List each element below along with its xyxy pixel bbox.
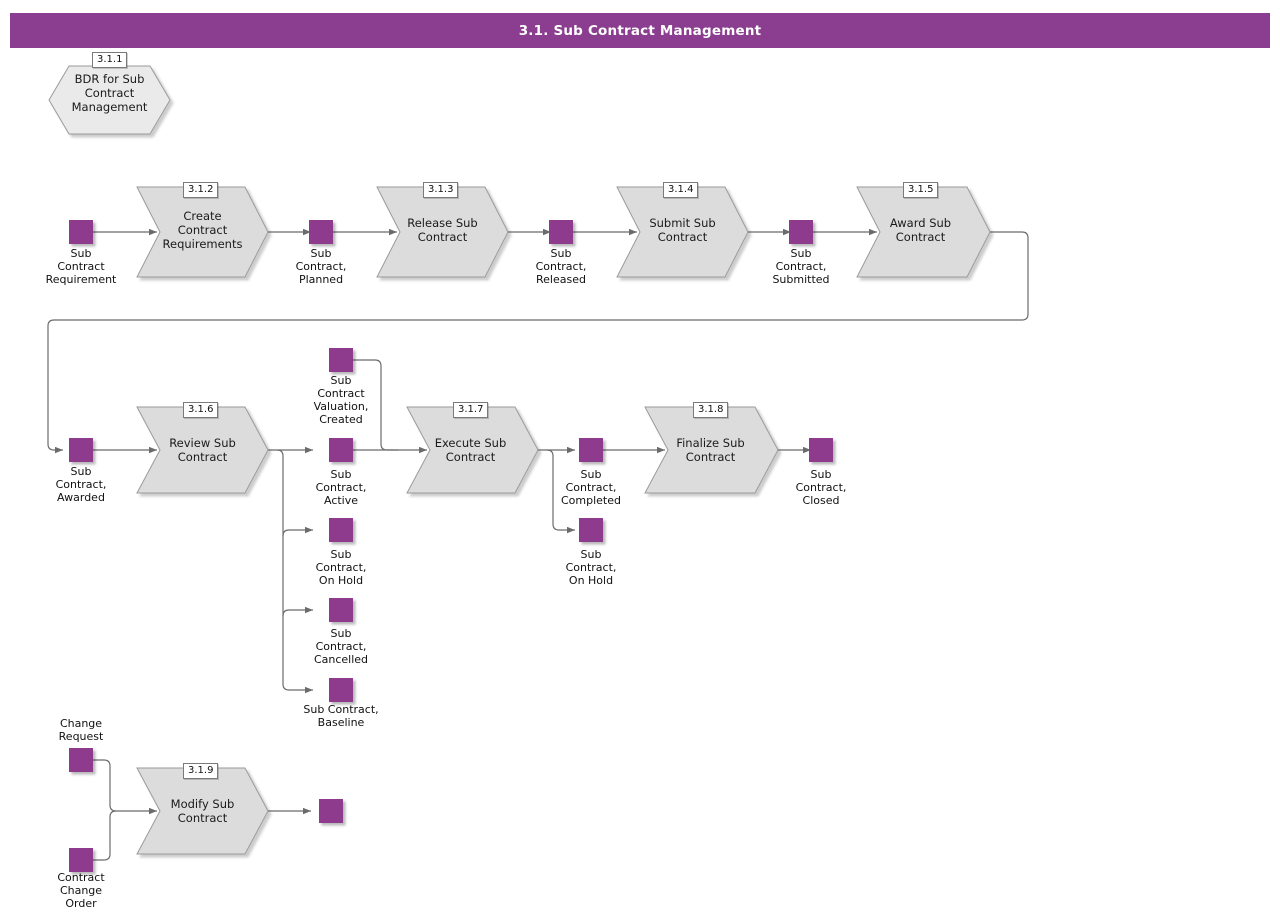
data-label-change-request: Change Request: [58, 717, 104, 743]
data-node-sub-contract-on-hold-review[interactable]: [329, 518, 353, 542]
data-node-sub-contract-closed[interactable]: [809, 438, 833, 462]
data-node-contract-change-order[interactable]: [69, 848, 93, 872]
step-number-3-1-7: 3.1.7: [453, 402, 489, 418]
data-label-sub-contract-awarded: Sub Contract, Awarded: [55, 465, 107, 504]
data-node-sub-contract-awarded[interactable]: [69, 438, 93, 462]
data-label-sub-contract-active: Sub Contract, Active: [315, 468, 367, 507]
data-node-sub-contract-requirement[interactable]: [69, 220, 93, 244]
step-number-3-1-5: 3.1.5: [903, 182, 939, 198]
data-node-change-request[interactable]: [69, 748, 93, 772]
data-label-contract-change-order: Contract Change Order: [57, 871, 105, 910]
diagram-canvas: 3.1. Sub Contract Management 3.1.1 BDR f…: [0, 0, 1280, 915]
data-label-sub-contract-released: Sub Contract, Released: [535, 247, 587, 286]
data-label-sub-contract-valuation-created: Sub Contract Valuation, Created: [313, 374, 369, 426]
data-node-sub-contract-completed[interactable]: [579, 438, 603, 462]
data-node-sub-contract-on-hold-execute[interactable]: [579, 518, 603, 542]
connector-p316-to-d9: [282, 606, 313, 617]
diagram-header-bar: 3.1. Sub Contract Management: [10, 13, 1270, 48]
step-number-3-1-9: 3.1.9: [183, 763, 219, 779]
process-label-3-1-8: Finalize Sub Contract: [676, 436, 745, 464]
data-label-sub-contract-completed: Sub Contract, Completed: [561, 468, 621, 507]
step-number-3-1-1: 3.1.1: [92, 52, 128, 68]
data-node-sub-contract-active[interactable]: [329, 438, 353, 462]
data-label-sub-contract-cancelled: Sub Contract, Cancelled: [313, 627, 369, 666]
data-label-sub-contract-planned: Sub Contract, Planned: [295, 247, 347, 286]
process-label-3-1-9: Modify Sub Contract: [170, 797, 235, 825]
data-label-sub-contract-on-hold-execute: Sub Contract, On Hold: [565, 548, 617, 587]
step-number-3-1-2: 3.1.2: [183, 182, 219, 198]
data-node-modify-output[interactable]: [319, 799, 343, 823]
data-label-sub-contract-submitted: Sub Contract, Submitted: [772, 247, 830, 286]
data-label-sub-contract-baseline: Sub Contract, Baseline: [303, 703, 379, 729]
data-label-sub-contract-closed: Sub Contract, Closed: [795, 468, 847, 507]
data-node-sub-contract-submitted[interactable]: [789, 220, 813, 244]
process-label-3-1-3: Release Sub Contract: [407, 216, 478, 244]
process-label-3-1-2: Create Contract Requirements: [162, 209, 243, 251]
data-label-sub-contract-requirement: Sub Contract Requirement: [45, 247, 117, 286]
connector-d15-to-p319: [93, 810, 117, 861]
data-label-sub-contract-on-hold-review: Sub Contract, On Hold: [315, 548, 367, 587]
data-node-sub-contract-baseline[interactable]: [329, 678, 353, 702]
start-event-label: BDR for Sub Contract Management: [71, 72, 148, 114]
process-label-3-1-6: Review Sub Contract: [169, 436, 236, 464]
data-node-sub-contract-planned[interactable]: [309, 220, 333, 244]
data-node-sub-contract-released[interactable]: [549, 220, 573, 244]
step-number-3-1-3: 3.1.3: [423, 182, 459, 198]
step-number-3-1-8: 3.1.8: [693, 402, 729, 418]
process-label-3-1-4: Submit Sub Contract: [649, 216, 716, 244]
process-label-3-1-5: Award Sub Contract: [889, 216, 952, 244]
data-node-sub-contract-cancelled[interactable]: [329, 598, 353, 622]
data-node-sub-contract-valuation-created[interactable]: [329, 348, 353, 372]
connector-p316-to-d8: [282, 526, 313, 537]
process-label-3-1-7: Execute Sub Contract: [434, 436, 507, 464]
page-title: 3.1. Sub Contract Management: [518, 22, 762, 39]
step-number-3-1-6: 3.1.6: [183, 402, 219, 418]
step-number-3-1-4: 3.1.4: [663, 182, 699, 198]
